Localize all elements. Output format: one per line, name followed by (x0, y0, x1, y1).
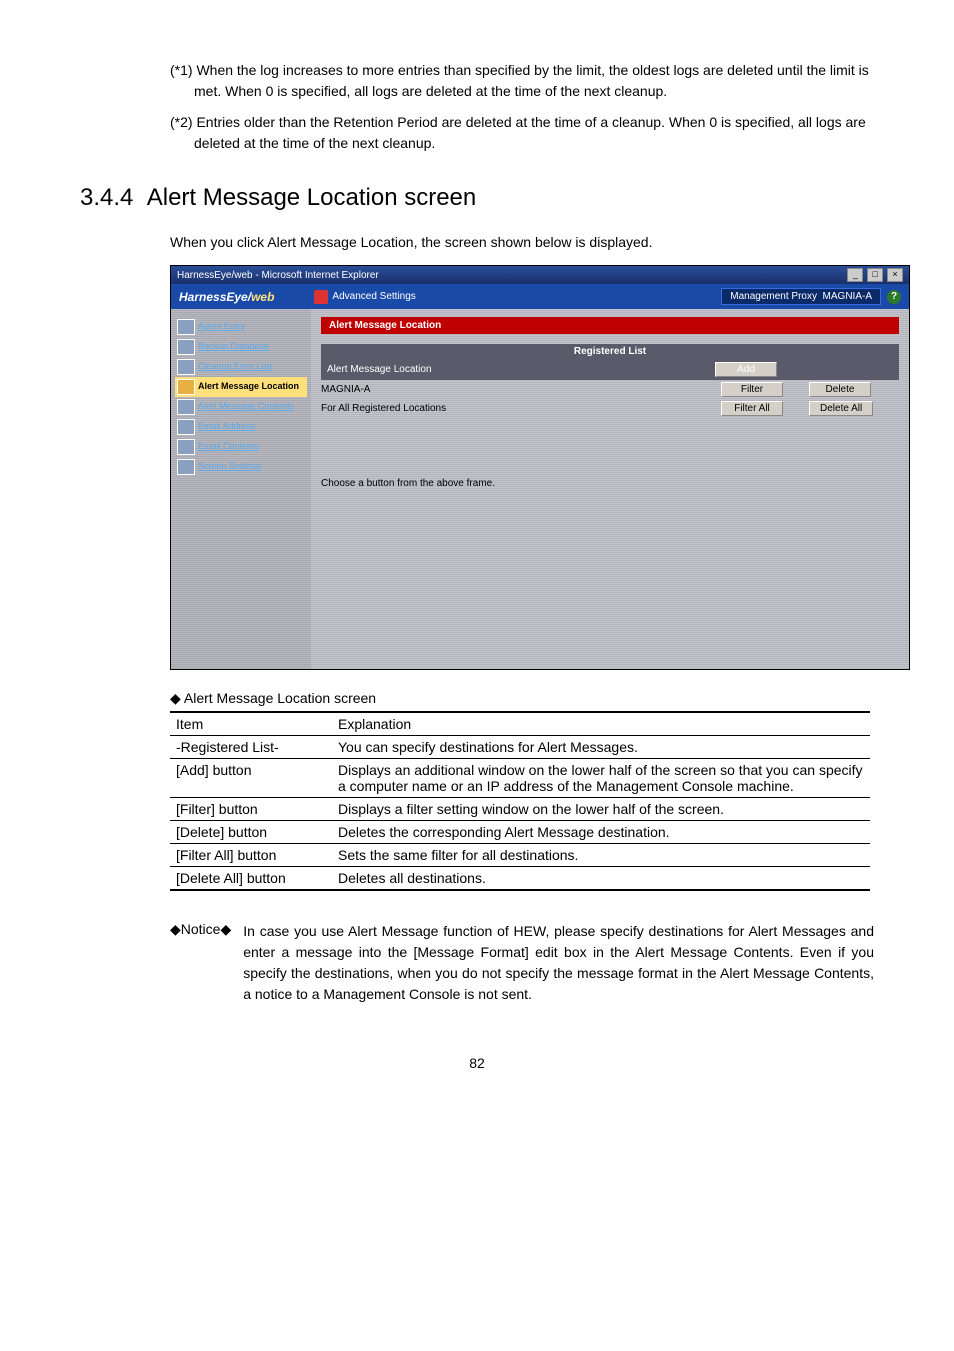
table-row: -Registered List-You can specify destina… (170, 736, 870, 759)
sidebar-item-alert-message-contents[interactable]: Alert Message Contents (175, 397, 307, 417)
row-entry: MAGNIA-A Filter Delete (321, 380, 899, 399)
sidebar-item-screen-settings[interactable]: Screen Settings (175, 457, 307, 477)
note-2: (*2) Entries older than the Retention Pe… (170, 112, 874, 154)
window-titlebar: HarnessEye/web - Microsoft Internet Expl… (171, 266, 909, 284)
cell-explanation: You can specify destinations for Alert M… (332, 736, 870, 759)
th-explanation: Explanation (332, 712, 870, 736)
table-row: [Filter] buttonDisplays a filter setting… (170, 798, 870, 821)
sidebar-item-alert-message-location[interactable]: Alert Message Location (175, 377, 307, 397)
app-header: HarnessEye/web Advanced Settings Managem… (171, 284, 909, 309)
table-caption: ◆ Alert Message Location screen (170, 690, 874, 707)
row-all: For All Registered Locations Filter All … (321, 399, 899, 418)
hint-text: Choose a button from the above frame. (321, 478, 899, 489)
main-panel-title: Alert Message Location (321, 317, 899, 334)
mgmt-proxy-value: MAGNIA-A (823, 291, 872, 302)
table-row: [Add] buttonDisplays an additional windo… (170, 759, 870, 798)
alert-icon (177, 399, 195, 415)
row-label: Alert Message Location (327, 364, 707, 375)
sidebar-item-email-address[interactable]: Email Address (175, 417, 307, 437)
sidebar-item-email-contents[interactable]: Email Contents (175, 437, 307, 457)
notice-text: In case you use Alert Message function o… (243, 921, 874, 1005)
window-title: HarnessEye/web - Microsoft Internet Expl… (177, 270, 379, 281)
sidebar-item-cleanup-error-log[interactable]: Cleanup Error Log (175, 357, 307, 377)
pencil-icon (177, 319, 195, 335)
sidebar-item-label: Alert Message Location (198, 382, 299, 392)
window-controls: _ □ × (846, 268, 903, 282)
filter-all-button[interactable]: Filter All (721, 401, 783, 416)
table-row: [Delete] buttonDeletes the corresponding… (170, 821, 870, 844)
add-button[interactable]: Add (715, 362, 777, 377)
cell-explanation: Deletes the corresponding Alert Message … (332, 821, 870, 844)
sidebar-item-agent-entry[interactable]: Agent Entry (175, 317, 307, 337)
table-row: [Filter All] buttonSets the same filter … (170, 844, 870, 867)
explanation-table: Item Explanation -Registered List-You ca… (170, 711, 870, 891)
sidebar-item-backup-database[interactable]: Backup Database (175, 337, 307, 357)
row-add: Alert Message Location Add (321, 359, 899, 380)
section-heading: 3.4.4 Alert Message Location screen (80, 184, 874, 212)
row-label: For All Registered Locations (321, 403, 713, 414)
sidebar-item-label: Screen Settings (198, 462, 262, 472)
cell-explanation: Sets the same filter for all destination… (332, 844, 870, 867)
page-number: 82 (80, 1055, 874, 1071)
sidebar-item-label: Backup Database (198, 342, 269, 352)
section-title: Alert Message Location screen (147, 184, 477, 211)
mail-icon (177, 419, 195, 435)
cell-item: [Filter All] button (170, 844, 332, 867)
cell-item: [Delete] button (170, 821, 332, 844)
logo-main: HarnessEye (179, 290, 248, 304)
sidebar: Agent Entry Backup Database Cleanup Erro… (171, 309, 311, 669)
close-icon[interactable]: × (887, 268, 903, 282)
delete-button[interactable]: Delete (809, 382, 871, 397)
alert-icon (177, 379, 195, 395)
row-label: MAGNIA-A (321, 384, 713, 395)
registered-list-header: Registered List (321, 344, 899, 359)
management-proxy: Management Proxy MAGNIA-A ? (721, 288, 901, 305)
section-number: 3.4.4 (80, 184, 133, 211)
intro-paragraph: When you click Alert Message Location, t… (170, 232, 874, 253)
advanced-settings-label: Advanced Settings (332, 291, 415, 302)
broom-icon (177, 359, 195, 375)
cell-item: -Registered List- (170, 736, 332, 759)
cell-explanation: Displays an additional window on the low… (332, 759, 870, 798)
cell-explanation: Displays a filter setting window on the … (332, 798, 870, 821)
mgmt-proxy-label: Management Proxy (730, 291, 817, 302)
cell-item: [Add] button (170, 759, 332, 798)
mail-icon (177, 439, 195, 455)
advanced-settings[interactable]: Advanced Settings (314, 290, 721, 304)
filter-button[interactable]: Filter (721, 382, 783, 397)
embedded-screenshot: HarnessEye/web - Microsoft Internet Expl… (170, 265, 910, 670)
table-row: [Delete All] buttonDeletes all destinati… (170, 867, 870, 891)
sidebar-item-label: Email Address (198, 422, 256, 432)
delete-all-button[interactable]: Delete All (809, 401, 873, 416)
logo-web: web (251, 290, 274, 304)
maximize-icon[interactable]: □ (867, 268, 883, 282)
sidebar-item-label: Email Contents (198, 442, 259, 452)
minimize-icon[interactable]: _ (847, 268, 863, 282)
help-icon[interactable]: ? (887, 290, 901, 304)
monitor-icon (177, 459, 195, 475)
main-area: Alert Message Location Registered List A… (311, 309, 909, 669)
sidebar-item-label: Agent Entry (198, 322, 245, 332)
note-1: (*1) When the log increases to more entr… (170, 60, 874, 102)
database-icon (177, 339, 195, 355)
notice-block: ◆Notice◆ In case you use Alert Message f… (170, 921, 874, 1005)
sidebar-item-label: Alert Message Contents (198, 402, 294, 412)
cell-explanation: Deletes all destinations. (332, 867, 870, 891)
tool-icon (314, 290, 328, 304)
cell-item: [Delete All] button (170, 867, 332, 891)
th-item: Item (170, 712, 332, 736)
notice-label: ◆Notice◆ (170, 921, 231, 1005)
sidebar-item-label: Cleanup Error Log (198, 362, 272, 372)
cell-item: [Filter] button (170, 798, 332, 821)
app-logo: HarnessEye/web (179, 290, 274, 304)
